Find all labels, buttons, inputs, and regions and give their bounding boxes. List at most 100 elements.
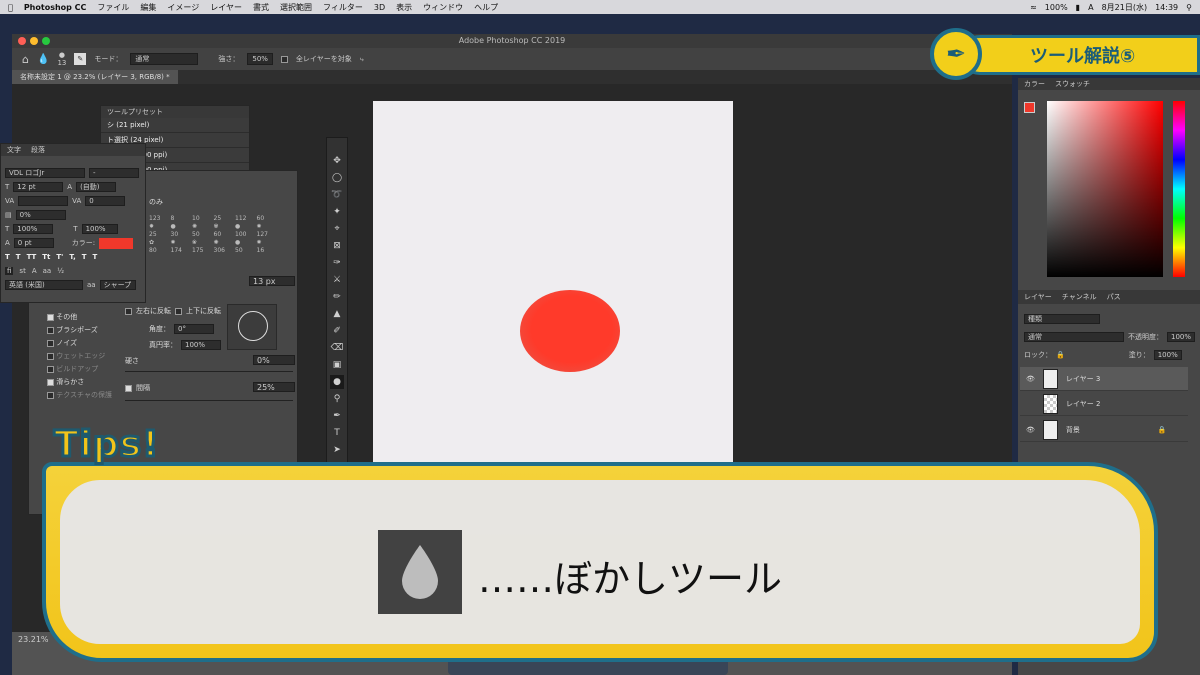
path-select-tool-icon[interactable]: ➤ [330, 443, 344, 457]
type-tool-icon[interactable]: T [330, 426, 344, 440]
leading-field[interactable]: (自動) [76, 182, 117, 192]
input-mode[interactable]: A [1088, 3, 1093, 12]
eye-icon[interactable]: 👁 [1026, 426, 1035, 434]
lock-icon[interactable]: 🔒 [1056, 351, 1065, 359]
tab-channels[interactable]: チャンネル [1062, 290, 1097, 304]
antialias-select[interactable]: シャープ [99, 280, 136, 290]
menu-select[interactable]: 選択範囲 [280, 2, 312, 13]
menu-time[interactable]: 14:39 [1155, 3, 1178, 12]
font-style-select[interactable]: - [89, 168, 139, 178]
move-tool-icon[interactable]: ✥ [330, 154, 344, 168]
menu-edit[interactable]: 編集 [140, 2, 156, 13]
brush-tip-icon[interactable]: ● [171, 223, 192, 230]
faux-italic-icon[interactable]: T [16, 253, 21, 261]
small-caps-icon[interactable]: Tt [42, 253, 50, 261]
color-picker-field[interactable] [1047, 101, 1163, 277]
angle-widget[interactable] [227, 304, 277, 350]
font-size-field[interactable]: 12 pt [13, 182, 64, 192]
brush-option-checkbox[interactable] [47, 339, 54, 347]
layer-row[interactable]: レイヤー 2 [1020, 392, 1188, 416]
minimize-window-icon[interactable] [30, 37, 38, 45]
brush-option-checkbox[interactable] [47, 313, 54, 321]
hardness-field[interactable]: 0% [253, 355, 295, 365]
vertical-scale-field[interactable]: 100% [13, 224, 54, 234]
history-brush-tool-icon[interactable]: ✐ [330, 324, 344, 338]
healing-brush-tool-icon[interactable]: ⚔ [330, 273, 344, 287]
red-blurred-circle[interactable] [520, 290, 620, 372]
preset-row[interactable]: シ (21 pixel) [101, 118, 249, 133]
superscript-icon[interactable]: T' [56, 253, 63, 261]
gradient-tool-icon[interactable]: ▣ [330, 358, 344, 372]
blur-tool-icon[interactable]: ● [330, 375, 344, 389]
tab-layers[interactable]: レイヤー [1024, 290, 1052, 304]
search-icon[interactable]: ⚲ [1186, 3, 1192, 12]
menu-date[interactable]: 8月21日(水) [1102, 2, 1148, 13]
menu-image[interactable]: イメージ [167, 2, 199, 13]
pressure-icon[interactable]: ⤷ [360, 55, 364, 64]
brush-tip-icon[interactable]: ✸ [257, 239, 278, 246]
faux-bold-icon[interactable]: T [5, 253, 10, 261]
brush-option-checkbox[interactable] [47, 352, 54, 360]
strikethrough-icon[interactable]: T [93, 253, 98, 261]
brush-size-field[interactable]: 13 px [249, 276, 295, 286]
spacing-slider[interactable] [125, 400, 293, 401]
brush-option-checkbox[interactable] [47, 326, 54, 334]
menu-view[interactable]: 表示 [396, 2, 412, 13]
layer-blend-select[interactable]: 通常 [1024, 332, 1124, 342]
wifi-icon[interactable]: ≈ [1030, 3, 1037, 12]
home-icon[interactable]: ⌂ [22, 53, 29, 66]
brush-tip-icon[interactable]: ● [235, 239, 256, 246]
layer-row[interactable]: 👁 背景 🔒 [1020, 418, 1188, 442]
lasso-tool-icon[interactable]: ➰ [330, 188, 344, 202]
angle-field[interactable]: 0° [174, 324, 214, 334]
kerning-field[interactable] [18, 196, 69, 206]
tab-paths[interactable]: パス [1107, 290, 1121, 304]
brush-tip-icon[interactable]: ✺ [214, 239, 235, 246]
all-layers-checkbox[interactable] [280, 55, 288, 63]
menu-layer[interactable]: レイヤー [210, 2, 242, 13]
brush-tip-icon[interactable]: ✺ [192, 223, 213, 230]
tab-color[interactable]: カラー [1024, 78, 1045, 90]
ordinal-icon[interactable]: aa [43, 267, 52, 275]
menu-filter[interactable]: フィルター [323, 2, 363, 13]
tab-paragraph[interactable]: 段落 [31, 144, 45, 156]
eraser-tool-icon[interactable]: ⌫ [330, 341, 344, 355]
text-color-swatch[interactable] [99, 237, 134, 249]
clone-stamp-tool-icon[interactable]: ▲ [330, 307, 344, 321]
brush-tip-icon[interactable]: ✸ [171, 239, 192, 246]
roundness-field[interactable]: 100% [181, 340, 221, 350]
mode-select[interactable]: 通常 [130, 53, 199, 65]
layer-filter-select[interactable]: 種類 [1024, 314, 1100, 324]
brush-settings-icon[interactable]: ✎ [74, 53, 87, 65]
menu-help[interactable]: ヘルプ [474, 2, 498, 13]
frame-tool-icon[interactable]: ⊠ [330, 239, 344, 253]
brush-tip-icon[interactable]: ✾ [214, 223, 235, 230]
quick-select-tool-icon[interactable]: ✦ [330, 205, 344, 219]
underline-icon[interactable]: T [82, 253, 87, 261]
brush-option-checkbox[interactable] [47, 391, 54, 399]
spacing-field[interactable]: 25% [253, 382, 295, 392]
fraction-icon[interactable]: ½ [57, 267, 64, 275]
brush-tip-icon[interactable]: ✸ [149, 223, 170, 230]
foreground-color-swatch[interactable] [1024, 102, 1035, 113]
brush-size-picker[interactable]: ● 13 [57, 51, 66, 67]
flip-y-checkbox[interactable] [175, 307, 182, 315]
battery-level[interactable]: 100% [1045, 3, 1068, 12]
close-window-icon[interactable] [18, 37, 26, 45]
brush-option-checkbox[interactable] [47, 365, 54, 373]
crop-tool-icon[interactable]: ⌖ [330, 222, 344, 236]
horizontal-scale-field[interactable]: 100% [81, 224, 118, 234]
pen-tool-icon[interactable]: ✒ [330, 409, 344, 423]
opacity-field[interactable]: 100% [1167, 332, 1196, 342]
brush-tool-icon[interactable]: ✏ [330, 290, 344, 304]
menu-3d[interactable]: 3D [374, 3, 385, 12]
hue-slider[interactable] [1173, 101, 1185, 277]
language-select[interactable]: 英語 (米国) [5, 280, 83, 290]
menu-app-name[interactable]: Photoshop CC [24, 3, 87, 12]
eyedropper-tool-icon[interactable]: ✑ [330, 256, 344, 270]
brush-tip-grid[interactable]: 123 8 10 25 112 60 ✸ ● ✺ ✾ ● ✸ 25 30 50 60 100 127 ✿ ✸ ❀ ✺… [149, 215, 277, 254]
brush-tip-icon[interactable]: ✸ [257, 223, 278, 230]
tab-swatches[interactable]: スウォッチ [1055, 78, 1090, 90]
dodge-tool-icon[interactable]: ⚲ [330, 392, 344, 406]
hardness-slider[interactable] [125, 371, 293, 372]
